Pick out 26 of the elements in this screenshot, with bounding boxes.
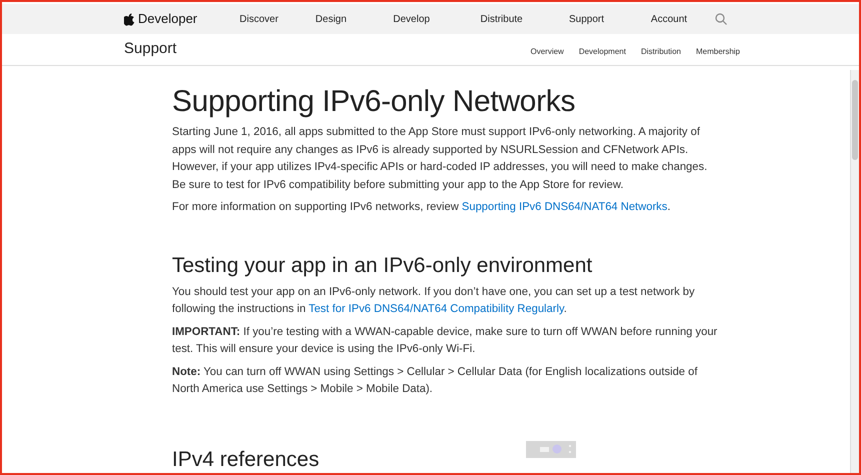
section-title: Support bbox=[124, 39, 177, 60]
nav-link[interactable]: Design bbox=[294, 12, 368, 26]
page-title: Supporting IPv6-only Networks bbox=[172, 84, 576, 120]
section-heading: IPv4 references bbox=[172, 446, 320, 472]
section-heading: Testing your app in an IPv6-only environment bbox=[172, 252, 592, 278]
paragraph: For more information on supporting IPv6 networks, review Supporting IPv6 DNS64/NAT64 Networks. bbox=[172, 200, 672, 215]
developer-logo-link[interactable]: Developer bbox=[124, 9, 224, 29]
floating-toolbar-drawing bbox=[526, 441, 576, 458]
subnav-link[interactable]: Membership bbox=[696, 46, 740, 58]
scrollbar[interactable] bbox=[850, 70, 859, 473]
nav-link[interactable]: Account bbox=[625, 12, 713, 26]
nav-link[interactable]: Distribute bbox=[455, 12, 548, 26]
nav-link[interactable]: Develop bbox=[368, 12, 455, 26]
inline-link[interactable]: Test for IPv6 DNS64/NAT64 Compatibility Regularly bbox=[308, 303, 564, 315]
paragraph: IMPORTANT: If you’re testing with a WWAN-capable device, make sure to turn off WWAN before running your test. This will ensure your device is using the IPv6-only Wi-Fi. bbox=[172, 324, 718, 357]
subnav-link[interactable]: Development bbox=[578, 46, 626, 58]
subnav-link[interactable]: Overview bbox=[530, 46, 564, 58]
paragraph: Starting June 1, 2016, all apps submitted to the App Store must support IPv6-only networking. A majority of apps will not require any changes as IPv6 is already supported by NSURLSession and CFNetwork APIs. However, if your app utilizes IPv4-specific APIs or hard-coded IP addresses, you will need to make changes. Be sure to test for IPv6 compatibility before submitting your app to the App Store for review. bbox=[172, 125, 708, 192]
apple-logo-icon bbox=[124, 12, 135, 26]
subnav-link[interactable]: Distribution bbox=[640, 46, 681, 58]
nav-link[interactable]: Discover bbox=[224, 12, 294, 26]
inline-link[interactable]: Supporting IPv6 DNS64/NAT64 Networks bbox=[462, 201, 668, 213]
nav-link[interactable]: Support bbox=[548, 12, 625, 26]
paragraph: You should test your app on an IPv6-only network. If you don’t have one, you can set up a test network by following the instructions in Test for IPv6 DNS64/NAT64 Compatibility Regularly. bbox=[172, 284, 696, 317]
paragraph: Note: You can turn off WWAN using Settings > Cellular > Cellular Data (for English localizations outside of North America use Settings > Mobile > Mobile Data). bbox=[172, 364, 698, 397]
search-icon[interactable] bbox=[715, 13, 727, 25]
